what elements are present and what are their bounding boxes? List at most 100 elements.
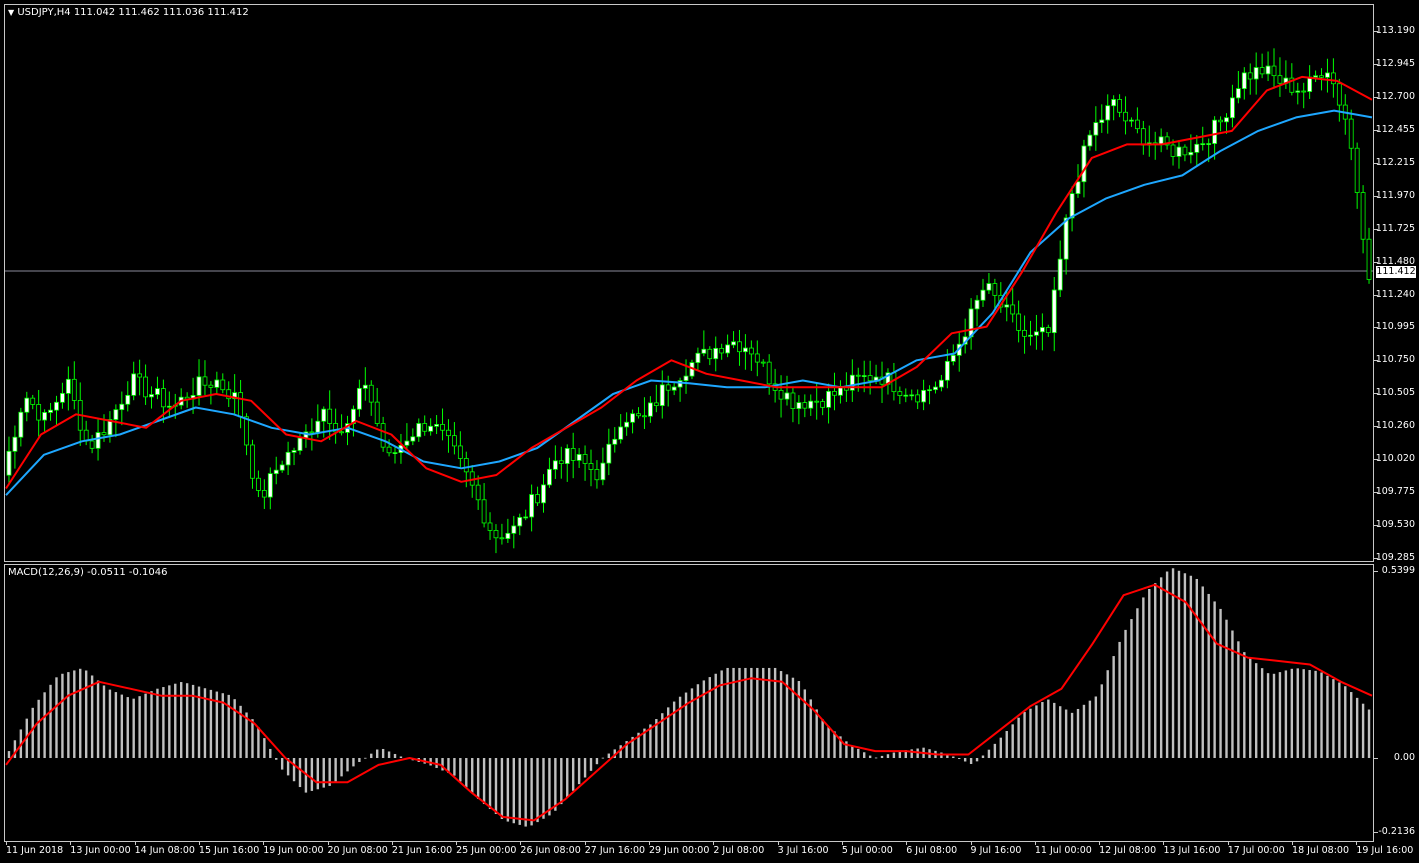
candle-body bbox=[297, 437, 303, 451]
candle-body bbox=[659, 384, 665, 406]
candle-body bbox=[903, 394, 909, 397]
macd-histogram-bar bbox=[1106, 670, 1109, 759]
macd-histogram-bar bbox=[96, 680, 100, 759]
time-tick bbox=[649, 841, 651, 845]
candle-body bbox=[796, 402, 802, 409]
time-tick-label: 15 Jun 16:00 bbox=[198, 845, 260, 856]
macd-histogram-bar bbox=[233, 699, 236, 759]
macd-histogram-bar bbox=[227, 694, 230, 759]
candle-body bbox=[1010, 304, 1016, 315]
candle-body bbox=[155, 388, 160, 395]
macd-histogram-bar bbox=[708, 677, 711, 759]
macd-histogram-bar bbox=[7, 751, 11, 759]
macd-histogram-bar bbox=[37, 699, 40, 759]
macd-histogram-bar bbox=[583, 758, 587, 778]
time-tick-label: 11 Jul 00:00 bbox=[1034, 845, 1092, 856]
macd-histogram-bar bbox=[393, 753, 397, 759]
candle-body bbox=[855, 374, 861, 377]
price-tick bbox=[1374, 360, 1378, 362]
dropdown-arrow-icon[interactable]: ▼ bbox=[8, 8, 14, 17]
candle-body bbox=[392, 452, 398, 454]
price-tick-label: 110.995 bbox=[1375, 321, 1415, 333]
current-price-label: 111.412 bbox=[1376, 266, 1416, 278]
macd-histogram-bar bbox=[84, 670, 88, 759]
candle-body bbox=[541, 484, 546, 504]
candle-body bbox=[826, 390, 831, 408]
macd-histogram-bar bbox=[1159, 577, 1163, 759]
candle-body bbox=[71, 378, 77, 401]
macd-histogram-bar bbox=[868, 755, 872, 759]
candle-body bbox=[1123, 111, 1128, 122]
candle-body bbox=[915, 394, 921, 403]
symbol-header[interactable]: ▼ USDJPY,H4 111.042 111.462 111.036 111.… bbox=[8, 7, 249, 18]
candle-body bbox=[1235, 88, 1241, 99]
macd-histogram-bar bbox=[767, 667, 771, 759]
candle-body bbox=[327, 408, 333, 424]
time-tick-label: 20 Jun 08:00 bbox=[327, 845, 388, 856]
macd-histogram-bar bbox=[863, 752, 866, 759]
plot-layer bbox=[5, 48, 1373, 827]
candle-body bbox=[1135, 119, 1140, 130]
candle-body bbox=[273, 469, 279, 475]
candle-body bbox=[808, 400, 814, 409]
time-tick bbox=[1356, 841, 1358, 845]
time-tick bbox=[6, 841, 7, 845]
candle-body bbox=[434, 424, 439, 427]
candle-body bbox=[1206, 143, 1212, 145]
macd-histogram-bar bbox=[548, 758, 551, 816]
candle-body bbox=[547, 468, 552, 486]
time-tick bbox=[134, 841, 136, 845]
macd-histogram-bar bbox=[1023, 712, 1026, 759]
candle-body bbox=[950, 354, 956, 362]
macd-histogram-bar bbox=[827, 726, 830, 759]
candle-body bbox=[814, 400, 820, 403]
macd-histogram-bar bbox=[577, 758, 581, 785]
price-tick-label: 111.480 bbox=[1375, 255, 1415, 267]
macd-histogram-bar bbox=[750, 667, 753, 759]
macd-histogram-bar bbox=[1249, 658, 1252, 759]
macd-histogram-bar bbox=[459, 758, 462, 782]
candle-body bbox=[267, 473, 273, 498]
macd-histogram-bar bbox=[851, 745, 854, 759]
macd-tick-label: -0.2136 bbox=[1378, 826, 1415, 837]
time-tick bbox=[391, 841, 393, 845]
time-tick-label: 13 Jun 00:00 bbox=[70, 845, 131, 856]
macd-histogram-bar bbox=[678, 696, 682, 759]
candle-body bbox=[356, 387, 362, 410]
candle-body bbox=[576, 454, 582, 461]
candle-body bbox=[440, 424, 445, 431]
time-tick-label: 21 Jun 16:00 bbox=[391, 845, 453, 856]
time-tick-label: 6 Jul 08:00 bbox=[906, 845, 958, 856]
candle-body bbox=[244, 416, 249, 446]
macd-histogram-bar bbox=[340, 758, 343, 777]
macd-histogram-bar bbox=[465, 758, 468, 788]
macd-histogram-bar bbox=[607, 753, 611, 759]
macd-histogram-bar bbox=[779, 671, 783, 759]
candle-body bbox=[368, 384, 374, 403]
macd-histogram-bar bbox=[1136, 608, 1139, 759]
candle-body bbox=[1063, 217, 1069, 260]
candle-body bbox=[968, 308, 974, 338]
price-tick-label: 109.530 bbox=[1375, 519, 1415, 531]
macd-histogram-bar bbox=[55, 677, 58, 759]
candle-body bbox=[612, 438, 618, 445]
macd-histogram-bar bbox=[1207, 593, 1210, 759]
macd-histogram-bar bbox=[364, 757, 367, 759]
macd-tick-label: 0.00 bbox=[1393, 752, 1415, 763]
macd-histogram-bar bbox=[138, 696, 141, 759]
macd-histogram-bar bbox=[892, 752, 896, 759]
candle-body bbox=[731, 341, 736, 346]
price-tick bbox=[1374, 162, 1378, 164]
candle-body bbox=[1218, 119, 1223, 123]
candle-body bbox=[523, 516, 529, 519]
macd-histogram-bar bbox=[1350, 692, 1353, 759]
candle-body bbox=[707, 348, 713, 360]
candle-body bbox=[1016, 313, 1022, 331]
candle-body bbox=[1081, 145, 1087, 183]
candle-body bbox=[422, 423, 428, 432]
candle-body bbox=[802, 402, 808, 409]
candle-body bbox=[980, 289, 986, 301]
macd-histogram-bar bbox=[1254, 663, 1258, 759]
macd-histogram-bar bbox=[803, 689, 807, 759]
candle-body bbox=[452, 435, 457, 447]
